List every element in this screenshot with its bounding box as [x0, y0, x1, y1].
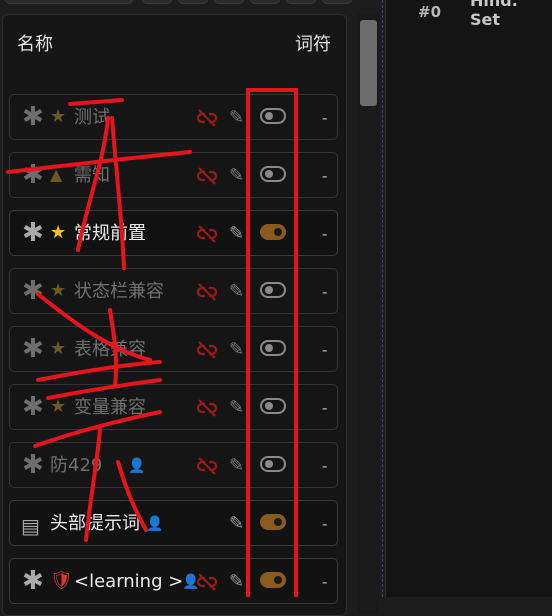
entry-name: 测试: [74, 107, 110, 128]
enable-toggle[interactable]: [260, 224, 286, 240]
entry-row[interactable]: ✱ 防429 👤 ✎ -: [9, 442, 338, 488]
asterisk-icon[interactable]: ✱: [22, 566, 44, 596]
unlink-icon[interactable]: [196, 456, 218, 476]
toolbar-stub-1: [5, 0, 133, 4]
editor-heading: Hind. Set: [470, 0, 518, 29]
entry-name: 状态栏兼容: [74, 281, 164, 302]
enable-toggle[interactable]: [260, 340, 286, 356]
enable-toggle[interactable]: [260, 282, 286, 298]
unlink-icon[interactable]: [196, 340, 218, 360]
name-column-header[interactable]: 名称: [17, 30, 53, 56]
token-count: -: [322, 515, 328, 533]
enable-toggle[interactable]: [260, 398, 286, 414]
token-count: -: [322, 283, 328, 301]
edit-pencil-icon[interactable]: ✎: [229, 167, 244, 185]
token-count: -: [322, 225, 328, 243]
entry-row[interactable]: ✱ ★ 状态栏兼容 ✎ -: [9, 268, 338, 314]
entry-name: 变量兼容: [74, 397, 146, 418]
toolbar-stub-7: [322, 0, 352, 4]
entry-name: 防429: [50, 455, 103, 476]
token-column-header[interactable]: 词符: [295, 30, 331, 56]
user-icon: 👤: [128, 458, 146, 474]
entry-row[interactable]: ✱ ★ 表格兼容 ✎ -: [9, 326, 338, 372]
document-icon[interactable]: ▤: [21, 511, 40, 541]
edit-pencil-icon[interactable]: ✎: [229, 283, 244, 301]
asterisk-icon[interactable]: ✱: [22, 276, 44, 306]
enable-toggle[interactable]: [260, 514, 286, 530]
edit-pencil-icon[interactable]: ✎: [229, 399, 244, 417]
edit-pencil-icon[interactable]: ✎: [229, 341, 244, 359]
enable-toggle[interactable]: [260, 572, 286, 588]
asterisk-icon[interactable]: ✱: [22, 218, 44, 248]
editor-pane: [385, 0, 552, 597]
entry-index: #0: [418, 3, 442, 21]
asterisk-icon[interactable]: ✱: [22, 392, 44, 422]
entry-name: 需知: [74, 165, 110, 186]
unlink-icon[interactable]: [196, 166, 218, 186]
unlink-icon[interactable]: [196, 224, 218, 244]
star-icon: ★: [50, 396, 67, 417]
entry-name: 常规前置: [74, 223, 146, 244]
token-count: -: [322, 399, 328, 417]
edit-pencil-icon[interactable]: ✎: [229, 225, 244, 243]
asterisk-icon[interactable]: ✱: [22, 102, 44, 132]
entry-row[interactable]: ▤ 头部提示词 👤 ✎ -: [9, 500, 338, 546]
token-count: -: [322, 109, 328, 127]
toolbar-stub-5: [250, 0, 280, 4]
star-icon: ★: [50, 106, 67, 127]
star-icon: ★: [50, 222, 67, 243]
warning-icon: ▲: [50, 165, 63, 184]
toolbar-stub-4: [214, 0, 244, 4]
entry-name: <learning >: [74, 571, 184, 592]
toolbar-stub-6: [286, 0, 316, 4]
entry-row[interactable]: ✱ ★ 常规前置 ✎ -: [9, 210, 338, 256]
entry-name: 表格兼容: [74, 339, 146, 360]
pane-divider: [382, 0, 383, 597]
asterisk-icon[interactable]: ✱: [22, 450, 44, 480]
entry-row[interactable]: ✱ ★ 测试 ✎ -: [9, 94, 338, 140]
asterisk-icon[interactable]: ✱: [22, 334, 44, 364]
edit-pencil-icon[interactable]: ✎: [229, 109, 244, 127]
shield-icon: 🛡: [50, 570, 73, 591]
unlink-icon[interactable]: [196, 282, 218, 302]
edit-pencil-icon[interactable]: ✎: [229, 515, 244, 533]
star-icon: ★: [50, 280, 67, 301]
scrollbar-thumb[interactable]: [360, 20, 377, 106]
user-icon: 👤: [146, 516, 164, 532]
edit-pencil-icon[interactable]: ✎: [229, 573, 244, 591]
unlink-icon[interactable]: [196, 572, 218, 592]
token-count: -: [322, 167, 328, 185]
enable-toggle[interactable]: [260, 166, 286, 182]
star-icon: ★: [50, 338, 67, 359]
asterisk-icon[interactable]: ✱: [22, 160, 44, 190]
unlink-icon[interactable]: [196, 398, 218, 418]
enable-toggle[interactable]: [260, 456, 286, 472]
entry-name: 头部提示词: [50, 513, 140, 534]
unlink-icon[interactable]: [196, 108, 218, 128]
entry-row[interactable]: ✱ ★ 变量兼容 ✎ -: [9, 384, 338, 430]
enable-toggle[interactable]: [260, 108, 286, 124]
entry-row[interactable]: ✱ ▲ 需知 ✎ -: [9, 152, 338, 198]
token-count: -: [322, 341, 328, 359]
toolbar-stub-3: [178, 0, 208, 4]
edit-pencil-icon[interactable]: ✎: [229, 457, 244, 475]
toolbar-stub-2: [142, 0, 172, 4]
token-count: -: [322, 457, 328, 475]
token-count: -: [322, 573, 328, 591]
entry-row[interactable]: ✱ 🛡 <learning > 👤 ✎ -: [9, 558, 338, 604]
